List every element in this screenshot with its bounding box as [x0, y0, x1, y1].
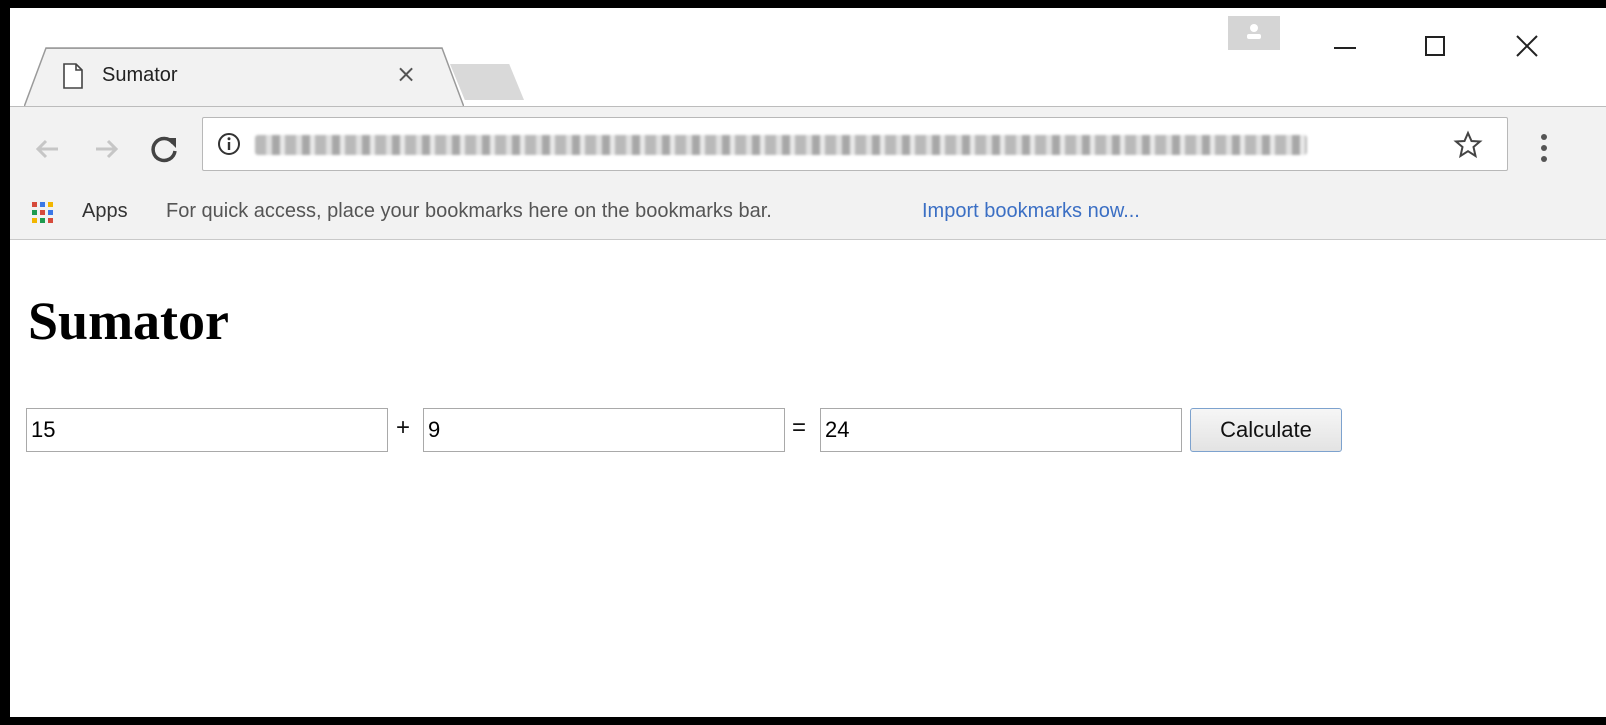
plus-sign: + [396, 414, 411, 441]
second-number-input[interactable] [423, 408, 785, 452]
info-icon[interactable] [217, 132, 241, 156]
tab-close-icon[interactable]: × [392, 60, 420, 88]
import-bookmarks-link[interactable]: Import bookmarks now... [922, 200, 1140, 223]
new-tab-button[interactable] [450, 64, 524, 100]
page-title: Sumator [28, 291, 229, 351]
bookmark-star-icon[interactable] [1453, 130, 1483, 160]
result-input[interactable] [820, 408, 1182, 452]
bookmarks-hint-text: For quick access, place your bookmarks h… [166, 200, 772, 222]
page-icon [63, 63, 83, 89]
tab-strip: Sumator × [10, 8, 1606, 107]
minimize-icon[interactable] [1320, 16, 1370, 60]
page-content: Sumator + = Calculate [10, 240, 1606, 717]
url-text-blurred[interactable] [255, 135, 1307, 155]
calculate-button[interactable]: Calculate [1190, 408, 1342, 452]
reload-icon[interactable] [144, 129, 184, 169]
back-arrow-icon[interactable] [28, 129, 68, 169]
apps-shortcut[interactable]: Apps [82, 200, 128, 223]
person-icon [1247, 24, 1261, 39]
browser-toolbar [10, 106, 1606, 188]
maximize-icon[interactable] [1410, 16, 1460, 60]
forward-arrow-icon[interactable] [86, 129, 126, 169]
apps-grid-icon[interactable] [32, 202, 54, 224]
first-number-input[interactable] [26, 408, 388, 452]
close-window-icon[interactable] [1502, 16, 1552, 60]
address-bar[interactable] [202, 117, 1508, 171]
equals-sign: = [792, 414, 807, 441]
tab-title: Sumator [102, 64, 178, 86]
menu-dots-icon[interactable] [1530, 131, 1558, 167]
bookmarks-bar: Apps For quick access, place your bookma… [10, 188, 1606, 240]
browser-window: Sumator × Apps For quick access, place y… [10, 8, 1606, 717]
profile-button[interactable] [1228, 16, 1280, 50]
